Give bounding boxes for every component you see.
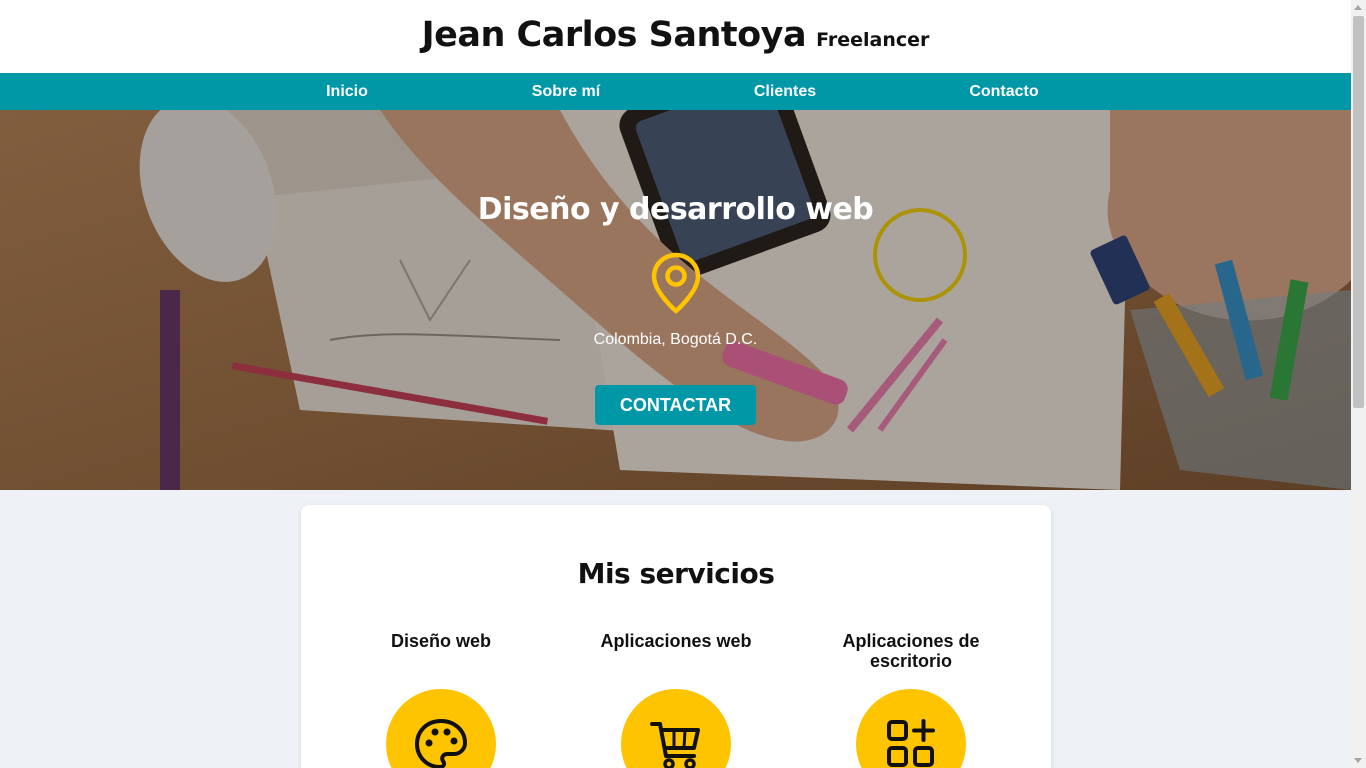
brand: Jean Carlos Santoya Freelancer [422,15,930,55]
service-icon-circle [856,689,966,768]
hero-section: Diseño y desarrollo web Colombia, Bogotá… [0,110,1351,490]
service-icon-circle [386,689,496,768]
apps-grid-icon [887,719,935,767]
services-title: Mis servicios [577,557,775,590]
contact-button[interactable]: CONTACTAR [595,385,756,425]
service-icon-circle [621,689,731,768]
nav-item-contacto[interactable]: Contacto [895,83,1114,101]
main-nav: Inicio Sobre mí Clientes Contacto [0,73,1351,110]
service-web-design: Diseño web [351,631,531,768]
service-name: Aplicaciones web [600,631,752,651]
scrollbar-thumb[interactable] [1353,16,1364,408]
service-web-apps: Aplicaciones web [586,631,766,768]
services-card: Mis servicios Diseño web Aplicaciones we… [301,505,1051,768]
location-pin-icon [651,252,700,314]
hero-content: Diseño y desarrollo web Colombia, Bogotá… [0,110,1351,490]
site-title: Jean Carlos Santoya [421,14,807,55]
scroll-up-icon[interactable] [1354,5,1362,10]
hero-title: Diseño y desarrollo web [477,192,874,227]
service-name: Diseño web [390,631,492,651]
nav-item-sobre-mi[interactable]: Sobre mí [457,83,676,101]
nav-item-inicio[interactable]: Inicio [238,83,457,101]
page-scrollbar[interactable] [1351,0,1366,768]
service-name: Aplicaciones de escritorio [842,631,980,671]
palette-icon [415,719,467,768]
service-desktop-apps: Aplicaciones de escritorio [821,631,1001,768]
site-subtitle: Freelancer [816,28,930,51]
shopping-cart-icon [650,722,700,768]
nav-item-clientes[interactable]: Clientes [676,83,895,101]
site-header: Jean Carlos Santoya Freelancer [0,0,1351,73]
scroll-down-icon[interactable] [1354,758,1362,763]
hero-location: Colombia, Bogotá D.C. [593,331,758,348]
nav-list: Inicio Sobre mí Clientes Contacto [238,83,1114,101]
